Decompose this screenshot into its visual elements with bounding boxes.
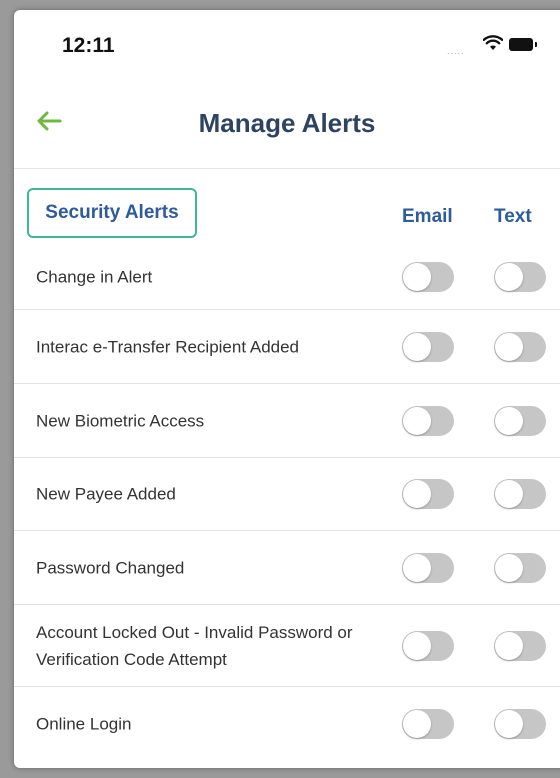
toggle-knob (495, 553, 523, 582)
alert-label: New Biometric Access (36, 411, 205, 430)
email-toggle[interactable] (402, 552, 454, 583)
alert-label: Account Locked Out - Invalid Password or… (36, 622, 353, 669)
text-toggle[interactable] (494, 479, 546, 509)
column-header-email: Email (402, 206, 453, 227)
toggle-knob (403, 480, 431, 508)
alert-row: Password Changed (14, 531, 560, 605)
email-toggle[interactable] (402, 709, 454, 739)
alert-row: Interac e-Transfer Recipient Added (14, 310, 560, 384)
section-header: Security Alerts Email Text (14, 188, 560, 244)
header: Manage Alerts (14, 70, 560, 169)
alert-label: Password Changed (36, 558, 185, 577)
toggle-knob (495, 262, 523, 291)
email-toggle[interactable] (402, 261, 454, 292)
alert-row: New Biometric Access (14, 384, 560, 458)
email-toggle[interactable] (402, 331, 454, 362)
app-screen: 12:11 ..... Manage Alerts Security Alert… (14, 10, 560, 768)
wifi-icon (483, 35, 503, 50)
toggle-knob (495, 631, 523, 660)
text-toggle[interactable] (494, 709, 546, 739)
toggle-knob (495, 480, 523, 508)
alert-row: Change in Alert (14, 244, 560, 310)
text-toggle[interactable] (494, 405, 546, 436)
toggle-knob (403, 631, 431, 660)
status-time: 12:11 (62, 34, 115, 57)
toggle-knob (495, 332, 523, 361)
text-toggle[interactable] (494, 552, 546, 583)
status-bar: 12:11 ..... (14, 10, 560, 70)
email-toggle[interactable] (402, 630, 454, 661)
status-icons: ..... (447, 35, 557, 56)
toggle-knob (403, 332, 431, 361)
battery-icon (509, 38, 533, 51)
alert-row: New Payee Added (14, 458, 560, 531)
signal-icon: ..... (447, 46, 465, 56)
battery-tip (535, 42, 537, 47)
text-toggle[interactable] (494, 261, 546, 292)
page-title: Manage Alerts (198, 108, 376, 138)
alert-label: Interac e-Transfer Recipient Added (36, 337, 300, 356)
toggle-knob (495, 406, 523, 435)
toggle-knob (403, 406, 431, 435)
email-toggle[interactable] (402, 405, 454, 436)
alert-row: Online Login (14, 687, 560, 761)
section-title-security-alerts: Security Alerts (27, 188, 197, 238)
toggle-knob (403, 262, 431, 291)
toggle-knob (403, 710, 431, 738)
toggle-knob (403, 553, 431, 582)
alert-row: Account Locked Out - Invalid Password or… (14, 605, 560, 687)
alert-label: Change in Alert (36, 267, 153, 286)
text-toggle[interactable] (494, 630, 546, 661)
email-toggle[interactable] (402, 479, 454, 509)
alert-label: Online Login (36, 714, 132, 734)
toggle-knob (495, 710, 523, 738)
text-toggle[interactable] (494, 331, 546, 362)
alert-label: New Payee Added (36, 484, 176, 504)
column-header-text: Text (494, 206, 532, 227)
